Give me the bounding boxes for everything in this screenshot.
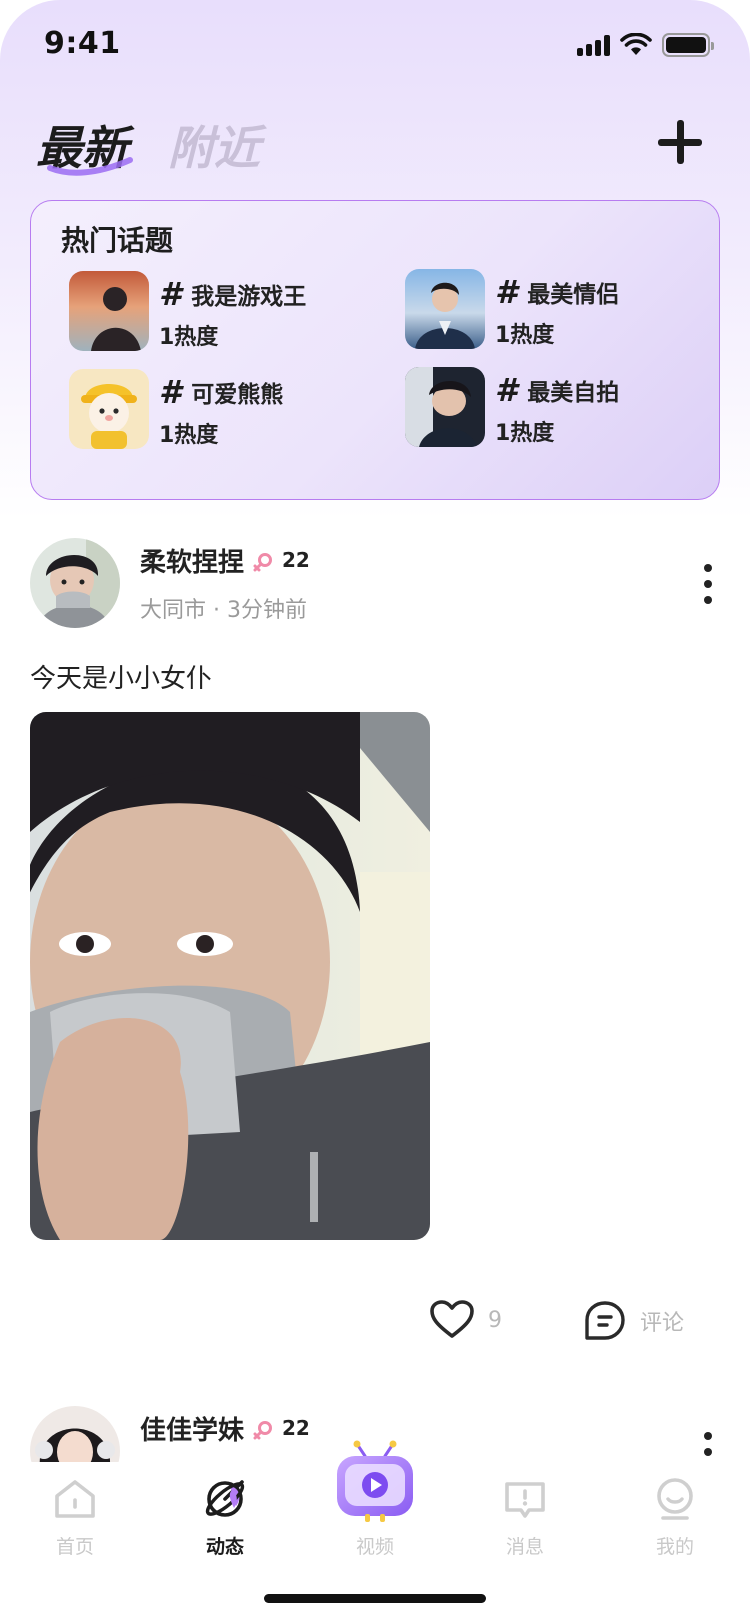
home-icon bbox=[55, 1480, 95, 1518]
post-text: 今天是小小女仆 bbox=[30, 664, 213, 694]
hashtag-icon: # bbox=[159, 373, 182, 411]
post-meta: 大同市 · 3分钟前 bbox=[140, 598, 307, 623]
topic-thumbnail bbox=[405, 269, 485, 349]
age: 22 bbox=[282, 1416, 310, 1440]
hashtag-icon: # bbox=[159, 275, 182, 313]
comment-button[interactable]: 评论 bbox=[584, 1300, 684, 1342]
tab-messages[interactable]: 消息 bbox=[475, 1476, 575, 1559]
hashtag-icon: # bbox=[495, 273, 518, 311]
age: 22 bbox=[282, 548, 310, 572]
tab-video-label: 视频 bbox=[355, 1536, 394, 1558]
topic-thumbnail bbox=[405, 367, 485, 447]
tab-video[interactable]: 视频 bbox=[325, 1440, 425, 1559]
tab-moments[interactable]: 动态 bbox=[175, 1476, 275, 1559]
topic-heat: 1热度 bbox=[159, 423, 219, 448]
message-icon bbox=[505, 1482, 545, 1518]
status-bar: 9:41 bbox=[0, 0, 750, 90]
status-time: 9:41 bbox=[44, 26, 121, 61]
topic-heat: 1热度 bbox=[495, 421, 555, 446]
home-indicator bbox=[264, 1594, 486, 1603]
hot-topics-card: 热门话题 # 我是游戏王 1热度 # 最美情侣 1热度 # 可爱熊熊 1热度 #… bbox=[30, 200, 720, 500]
username[interactable]: 佳佳学妹 bbox=[140, 1410, 244, 1447]
topic-name: 可爱熊熊 bbox=[191, 382, 284, 408]
wifi-icon bbox=[620, 33, 652, 55]
tab-messages-label: 消息 bbox=[505, 1536, 544, 1558]
battery-icon bbox=[662, 33, 714, 57]
topic-name: 最美自拍 bbox=[527, 380, 620, 406]
topic-item[interactable]: # 最美自拍 1热度 bbox=[405, 367, 705, 449]
post-photo[interactable] bbox=[30, 712, 430, 1240]
tab-moments-label: 动态 bbox=[205, 1536, 244, 1558]
topic-name: 我是游戏王 bbox=[191, 284, 307, 310]
tab-home-label: 首页 bbox=[55, 1536, 94, 1558]
tab-profile[interactable]: 我的 bbox=[625, 1476, 725, 1559]
post-header: 柔软捏捏 22 大同市 · 3分钟前 bbox=[30, 538, 720, 630]
tab-home[interactable]: 首页 bbox=[25, 1476, 125, 1559]
topic-thumbnail bbox=[69, 369, 149, 449]
topic-item[interactable]: # 我是游戏王 1热度 bbox=[69, 271, 369, 353]
signal-icon bbox=[577, 34, 610, 56]
avatar[interactable] bbox=[30, 538, 120, 628]
add-post-button[interactable] bbox=[658, 120, 702, 164]
topic-item[interactable]: # 可爱熊熊 1热度 bbox=[69, 369, 369, 451]
like-button[interactable]: 9 bbox=[430, 1300, 502, 1340]
feed-tabs: 最新 附近 bbox=[36, 112, 260, 178]
tab-active-underline bbox=[47, 157, 133, 176]
tab-nearby-label: 附近 bbox=[168, 121, 260, 175]
like-count: 9 bbox=[488, 1307, 502, 1333]
tab-nearby[interactable]: 附近 bbox=[168, 112, 260, 178]
heart-icon bbox=[430, 1300, 474, 1338]
username[interactable]: 柔软捏捏 bbox=[140, 542, 244, 579]
status-icons bbox=[577, 32, 714, 58]
tab-profile-label: 我的 bbox=[655, 1536, 694, 1558]
profile-icon bbox=[657, 1478, 693, 1520]
hashtag-icon: # bbox=[495, 371, 518, 409]
topic-item[interactable]: # 最美情侣 1热度 bbox=[405, 269, 705, 351]
female-icon bbox=[253, 1421, 272, 1440]
tv-icon bbox=[337, 1440, 413, 1522]
hot-topics-title: 热门话题 bbox=[61, 224, 174, 257]
comment-icon bbox=[585, 1301, 625, 1340]
planet-icon bbox=[205, 1480, 245, 1517]
tab-latest[interactable]: 最新 bbox=[36, 112, 133, 178]
topic-thumbnail bbox=[69, 271, 149, 351]
topic-name: 最美情侣 bbox=[527, 282, 620, 308]
topic-heat: 1热度 bbox=[159, 325, 219, 350]
female-icon bbox=[253, 553, 272, 572]
post-actions: 9 评论 bbox=[0, 1300, 750, 1350]
screen: 9:41 最新 附近 热门话题 # 我是游戏王 1热度 # 最美情侣 1热度 #… bbox=[0, 0, 750, 1624]
comment-label: 评论 bbox=[640, 1311, 685, 1336]
topic-heat: 1热度 bbox=[495, 323, 555, 348]
more-options-icon[interactable] bbox=[702, 564, 714, 604]
